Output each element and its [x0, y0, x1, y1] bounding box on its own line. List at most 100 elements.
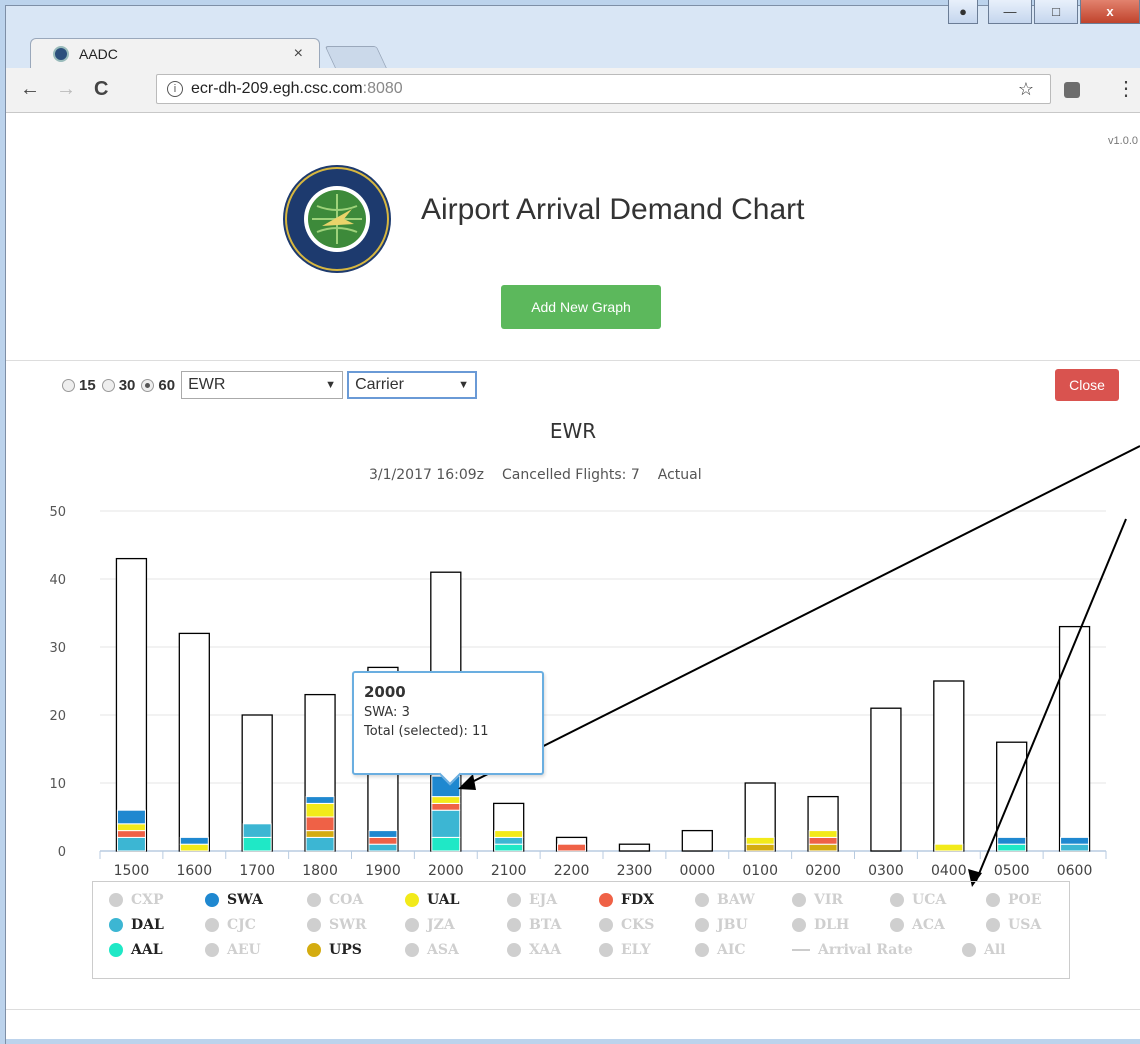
legend-item-cks[interactable]: CKS	[599, 917, 654, 933]
menu-icon[interactable]: ⋮	[1116, 76, 1136, 101]
stacked-bar-fdx	[431, 802, 461, 811]
x-tick-label: 0100	[742, 863, 778, 879]
legend-label: XAA	[529, 942, 562, 958]
legend-label: VIR	[814, 892, 844, 908]
user-icon[interactable]: ●	[948, 0, 978, 24]
forward-icon[interactable]: →	[56, 78, 76, 101]
legend-dot-icon	[890, 918, 904, 932]
total-bar	[681, 829, 713, 852]
tab-close-icon[interactable]: ×	[294, 45, 303, 63]
reload-icon[interactable]: C	[94, 78, 108, 101]
legend-item-baw[interactable]: BAW	[695, 892, 755, 908]
legend-item-dlh[interactable]: DLH	[792, 917, 849, 933]
legend-item-cxp[interactable]: CXP	[109, 892, 164, 908]
legend-item-vir[interactable]: VIR	[792, 892, 843, 908]
legend-item-jbu[interactable]: JBU	[695, 917, 748, 933]
legend-dot-icon	[792, 918, 806, 932]
stacked-bar-swa	[997, 836, 1027, 845]
graph-panel: 15 30 60 EWR ▼ Carrier ▼ Close EWR 3/1/201…	[6, 360, 1140, 1010]
stacked-bar-dal	[494, 836, 524, 845]
y-tick-label: 20	[49, 709, 66, 724]
legend-label: CXP	[131, 892, 164, 908]
stacked-bar-dal	[116, 836, 146, 852]
chart-legend: CXP SWA COA UAL EJA FDX BAW VIR UCA POE DAL CJC SWR J…	[92, 881, 1070, 979]
legend-item-bta[interactable]: BTA	[507, 917, 561, 933]
stacked-bar-aal	[242, 836, 272, 852]
legend-dot-icon	[405, 893, 419, 907]
x-tick-label: 0200	[805, 863, 841, 879]
add-new-graph-button[interactable]: Add New Graph	[501, 285, 661, 329]
stacked-bar-ual	[934, 843, 964, 852]
stacked-bar-ups	[745, 843, 775, 852]
legend-item-arrival-rate[interactable]: Arrival Rate	[792, 942, 913, 958]
extension-icon[interactable]	[1064, 82, 1080, 98]
legend-item-aca[interactable]: ACA	[890, 917, 945, 933]
legend-item-asa[interactable]: ASA	[405, 942, 459, 958]
legend-item-aal[interactable]: AAL	[109, 942, 163, 958]
legend-label: ACA	[912, 917, 945, 933]
total-bar	[870, 707, 902, 852]
stacked-bar-ual	[305, 802, 335, 818]
x-tick-label: 1900	[365, 863, 401, 879]
total-bar	[933, 680, 965, 852]
legend-dot-icon	[405, 943, 419, 957]
browser-toolbar: ← → C i ecr-dh-209.egh.csc.com:8080 ☆ ⋮	[6, 68, 1140, 113]
legend-dot-icon	[962, 943, 976, 957]
legend-label: UAL	[427, 892, 460, 908]
x-tick-label: 0000	[679, 863, 715, 879]
close-window-button[interactable]: x	[1080, 0, 1140, 24]
new-tab-button[interactable]	[324, 46, 388, 69]
legend-item-jza[interactable]: JZA	[405, 917, 455, 933]
legend-dot-icon	[205, 918, 219, 932]
legend-item-uca[interactable]: UCA	[890, 892, 946, 908]
stacked-bar-ual	[179, 843, 209, 852]
legend-item-dal[interactable]: DAL	[109, 917, 164, 933]
legend-label: JBU	[717, 917, 748, 933]
x-tick-label: 2000	[428, 863, 464, 879]
legend-label: UCA	[912, 892, 947, 908]
bookmark-star-icon[interactable]: ☆	[1018, 79, 1034, 100]
browser-tab[interactable]: AADC ×	[30, 38, 320, 68]
legend-item-ely[interactable]: ELY	[599, 942, 651, 958]
legend-dot-icon	[792, 893, 806, 907]
legend-item-swr[interactable]: SWR	[307, 917, 366, 933]
legend-item-fdx[interactable]: FDX	[599, 892, 654, 908]
legend-item-xaa[interactable]: XAA	[507, 942, 561, 958]
window-frame: ● — □ x AADC × ← → C i ecr-dh-209.egh.cs…	[0, 0, 1140, 1044]
legend-label: SWA	[227, 892, 263, 908]
legend-item-ual[interactable]: UAL	[405, 892, 459, 908]
legend-dot-icon	[599, 893, 613, 907]
arrival-demand-chart: 0 10 20 30 40 50 1500 1600 1700 1800 1900 2000 2100 2…	[49, 505, 1107, 879]
legend-item-coa[interactable]: COA	[307, 892, 363, 908]
address-bar[interactable]: i ecr-dh-209.egh.csc.com:8080 ☆	[156, 74, 1051, 104]
legend-dot-icon	[109, 893, 123, 907]
stacked-bar-aal	[997, 843, 1027, 852]
legend-item-ups[interactable]: UPS	[307, 942, 362, 958]
info-icon[interactable]: i	[167, 81, 183, 97]
stacked-bar-swa	[368, 830, 398, 838]
legend-label: POE	[1008, 892, 1042, 908]
legend-item-aic[interactable]: AIC	[695, 942, 746, 958]
legend-dot-icon	[109, 943, 123, 957]
legend-dot-icon	[405, 918, 419, 932]
legend-item-swa[interactable]: SWA	[205, 892, 263, 908]
maximize-icon[interactable]: □	[1034, 0, 1078, 24]
total-bar	[115, 557, 148, 852]
stacked-bar-aal	[494, 843, 524, 852]
legend-label: AAL	[131, 942, 163, 958]
stacked-bar-swa	[116, 809, 146, 825]
back-icon[interactable]: ←	[20, 78, 40, 101]
x-tick-label: 1800	[302, 863, 338, 879]
legend-item-all[interactable]: All	[962, 942, 1006, 958]
legend-item-usa[interactable]: USA	[986, 917, 1041, 933]
legend-item-eja[interactable]: EJA	[507, 892, 557, 908]
tooltip-total: Total (selected): 11	[364, 724, 489, 739]
faa-logo-icon	[283, 165, 391, 273]
legend-item-cjc[interactable]: CJC	[205, 917, 256, 933]
legend-label: UPS	[329, 942, 362, 958]
legend-item-aeu[interactable]: AEU	[205, 942, 261, 958]
minimize-icon[interactable]: —	[988, 0, 1032, 24]
stacked-bar-ual	[116, 823, 146, 832]
legend-label: Arrival Rate	[818, 942, 913, 958]
legend-item-poe[interactable]: POE	[986, 892, 1041, 908]
